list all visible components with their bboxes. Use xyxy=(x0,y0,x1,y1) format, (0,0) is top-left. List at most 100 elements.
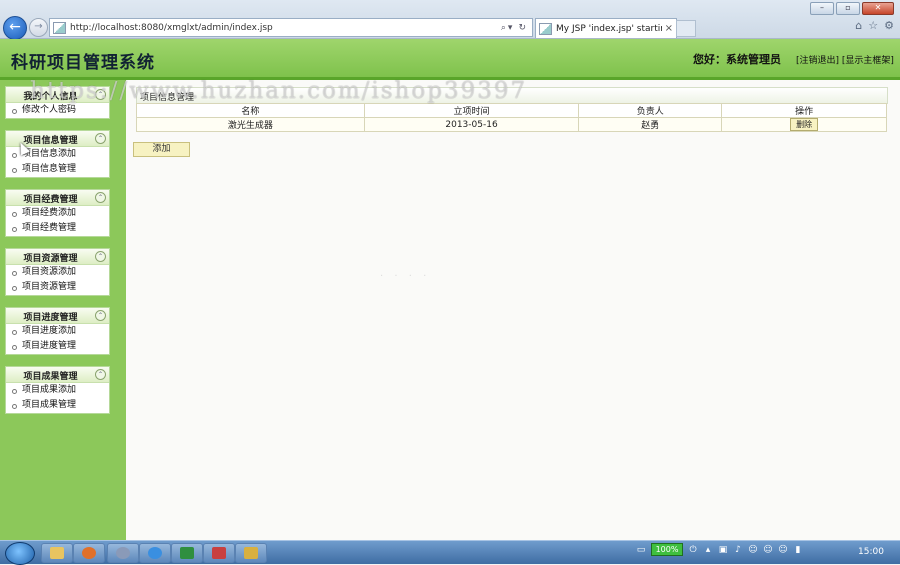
panel-project-funding: 项目经费管理 ⌃ 项目经费添加 项目经费管理 xyxy=(5,189,110,237)
panel-header[interactable]: 项目经费管理 ⌃ xyxy=(6,190,109,206)
column-header-date: 立项时间 xyxy=(363,103,580,118)
page-icon xyxy=(53,21,66,34)
cell-name: 激光生成器 xyxy=(136,117,365,132)
taskbar: ▭ 100% ⏻ ▴ ▣ ♪ ☺ ☺ ☺ ▮ 15:00 xyxy=(0,540,900,565)
panel-title: 项目成果管理 xyxy=(23,372,78,382)
browser-chrome: – ▫ ✕ ← → http://localhost:8080/xmglxt/a… xyxy=(0,0,900,40)
panel-project-results: 项目成果管理 ⌃ 项目成果添加 项目成果管理 xyxy=(5,366,110,414)
search-icon[interactable]: ⌕▾ xyxy=(501,23,515,33)
folder-icon xyxy=(50,547,64,559)
sidebar-item-results-add[interactable]: 项目成果添加 xyxy=(6,383,109,398)
panel-header[interactable]: 项目资源管理 ⌃ xyxy=(6,249,109,265)
start-button[interactable] xyxy=(5,542,35,565)
show-main-frame-link[interactable]: [显示主框架] xyxy=(842,56,894,66)
system-tray: ▭ 100% ⏻ ▴ ▣ ♪ ☺ ☺ ☺ ▮ xyxy=(636,543,803,556)
table-header-row: 名称 立项时间 负责人 操作 xyxy=(136,103,887,118)
delete-button[interactable]: 删除 xyxy=(790,118,819,131)
panel-title: 项目经费管理 xyxy=(23,195,78,205)
app-header: 科研项目管理系统 您好：系统管理员 [注销退出] [显示主框架] xyxy=(0,39,900,80)
sidebar-item-results-manage[interactable]: 项目成果管理 xyxy=(6,398,109,413)
sidebar-item-funding-manage[interactable]: 项目经费管理 xyxy=(6,221,109,236)
panel-header[interactable]: 项目进度管理 ⌃ xyxy=(6,308,109,324)
project-table: 名称 立项时间 负责人 操作 激光生成器 2013-05-16 赵勇 删除 xyxy=(136,103,887,132)
sidebar-item-resources-manage[interactable]: 项目资源管理 xyxy=(6,280,109,295)
plug-icon[interactable]: ⏻ xyxy=(688,545,698,555)
home-icon[interactable]: ⌂ xyxy=(855,19,862,32)
faint-decoration: · · · · xyxy=(380,271,431,282)
app-icon xyxy=(116,547,130,559)
add-button[interactable]: 添加 xyxy=(133,142,190,157)
minimize-button[interactable]: – xyxy=(810,2,834,15)
back-arrow-icon: ← xyxy=(9,19,21,35)
cell-action: 删除 xyxy=(721,117,887,132)
column-header-action: 操作 xyxy=(721,103,887,118)
tray-arrow-icon[interactable]: ▴ xyxy=(703,545,713,555)
collapse-icon[interactable]: ⌃ xyxy=(95,192,106,203)
taskbar-excel[interactable] xyxy=(171,543,203,563)
tab-close-icon[interactable]: × xyxy=(662,23,676,34)
taskbar-firefox[interactable] xyxy=(73,543,105,563)
taskbar-app-yellow[interactable] xyxy=(235,543,267,563)
sidebar-item-progress-add[interactable]: 项目进度添加 xyxy=(6,324,109,339)
sidebar-item-project-info-manage[interactable]: 项目信息管理 xyxy=(6,162,109,177)
ie-icon xyxy=(148,547,162,559)
taskbar-app[interactable] xyxy=(107,543,139,563)
column-header-name: 名称 xyxy=(136,103,365,118)
column-header-owner: 负责人 xyxy=(578,103,723,118)
sidebar-item-progress-manage[interactable]: 项目进度管理 xyxy=(6,339,109,354)
section-title: 项目信息管理 xyxy=(140,93,195,103)
close-window-button[interactable]: ✕ xyxy=(862,2,894,15)
table-row: 激光生成器 2013-05-16 赵勇 删除 xyxy=(136,117,887,132)
taskbar-explorer[interactable] xyxy=(41,543,73,563)
taskbar-ie[interactable] xyxy=(139,543,171,563)
panel-personal-info: 我的个人信息 ⌃ 修改个人密码 xyxy=(5,86,110,119)
collapse-icon[interactable]: ⌃ xyxy=(95,310,106,321)
section-header: 项目信息管理 xyxy=(136,87,888,104)
forward-button[interactable]: → xyxy=(29,18,48,37)
back-button[interactable]: ← xyxy=(3,16,27,40)
excel-icon xyxy=(180,547,194,559)
chat-icon[interactable]: ☺ xyxy=(748,545,758,555)
panel-project-progress: 项目进度管理 ⌃ 项目进度添加 项目进度管理 xyxy=(5,307,110,355)
panel-title: 项目资源管理 xyxy=(23,254,78,264)
taskbar-app-red[interactable] xyxy=(203,543,235,563)
user-greeting: 您好：系统管理员 xyxy=(693,53,781,66)
star-icon[interactable]: ☆ xyxy=(868,19,878,32)
chat-icon-2[interactable]: ☺ xyxy=(763,545,773,555)
gear-icon[interactable]: ⚙ xyxy=(884,19,894,32)
panel-header[interactable]: 项目成果管理 ⌃ xyxy=(6,367,109,383)
panel-title: 项目进度管理 xyxy=(23,313,78,323)
main-content: 项目信息管理 名称 立项时间 负责人 操作 激光生成器 2013-05-16 赵… xyxy=(126,80,900,540)
network-icon[interactable]: ▣ xyxy=(718,545,728,555)
address-bar[interactable]: http://localhost:8080/xmglxt/admin/index… xyxy=(49,18,533,37)
taskbar-clock[interactable]: 15:00 xyxy=(858,547,884,557)
sidebar-item-change-password[interactable]: 修改个人密码 xyxy=(6,103,109,118)
browser-toolbar-icons: ⌂ ☆ ⚙ xyxy=(855,19,894,32)
app-red-icon xyxy=(212,547,226,559)
refresh-icon[interactable]: ↻ xyxy=(518,23,528,33)
new-tab-button[interactable] xyxy=(676,20,696,37)
collapse-icon[interactable]: ⌃ xyxy=(95,369,106,380)
volume-icon[interactable]: ♪ xyxy=(733,545,743,555)
panel-project-resources: 项目资源管理 ⌃ 项目资源添加 项目资源管理 xyxy=(5,248,110,296)
maximize-button[interactable]: ▫ xyxy=(836,2,860,15)
tab-title: My JSP 'index.jsp' startin... xyxy=(556,23,662,34)
logout-link[interactable]: [注销退出] xyxy=(796,56,839,66)
collapse-icon[interactable]: ⌃ xyxy=(95,89,106,100)
browser-tab[interactable]: My JSP 'index.jsp' startin... × xyxy=(535,18,677,38)
cell-date: 2013-05-16 xyxy=(363,117,580,132)
tab-page-icon xyxy=(539,22,552,35)
signal-icon[interactable]: ▮ xyxy=(793,545,803,555)
sidebar-item-resources-add[interactable]: 项目资源添加 xyxy=(6,265,109,280)
collapse-icon[interactable]: ⌃ xyxy=(95,133,106,144)
sidebar-item-funding-add[interactable]: 项目经费添加 xyxy=(6,206,109,221)
collapse-icon[interactable]: ⌃ xyxy=(95,251,106,262)
battery-indicator[interactable]: 100% xyxy=(651,543,683,556)
panel-header[interactable]: 我的个人信息 ⌃ xyxy=(6,87,109,103)
window-controls: – ▫ ✕ xyxy=(810,2,894,15)
chat-icon-3[interactable]: ☺ xyxy=(778,545,788,555)
panel-title: 我的个人信息 xyxy=(23,92,78,102)
keyboard-icon[interactable]: ▭ xyxy=(636,545,646,555)
address-url[interactable]: http://localhost:8080/xmglxt/admin/index… xyxy=(70,23,501,33)
forward-arrow-icon: → xyxy=(34,21,43,32)
